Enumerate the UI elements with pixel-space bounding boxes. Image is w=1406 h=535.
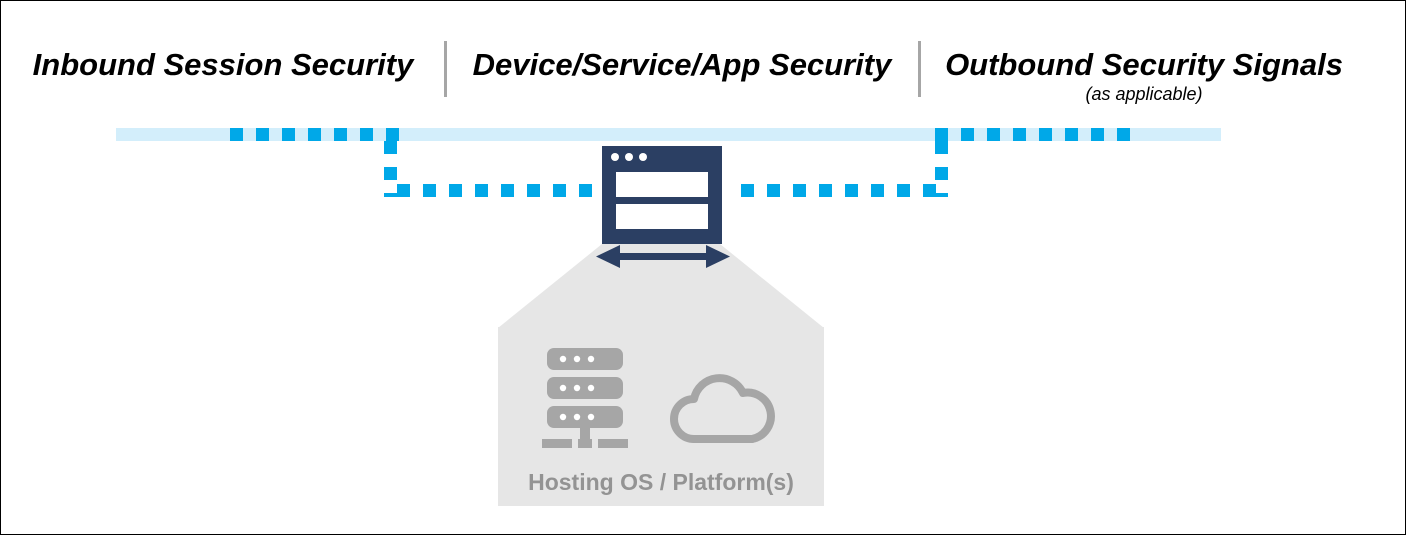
diagram-canvas: Inbound Session Security Device/Service/…: [0, 0, 1406, 535]
window-dot-1: [611, 153, 619, 161]
dashed-path-inbound-vertical: [384, 141, 397, 197]
dashed-path-outbound-vertical: [935, 141, 948, 197]
application-window-icon: [602, 146, 722, 244]
double-headed-arrow-icon: [596, 245, 730, 268]
window-dot-2: [625, 153, 633, 161]
window-panel-2: [616, 204, 708, 229]
heading-outbound-group: Outbound Security Signals (as applicable…: [919, 47, 1369, 105]
dashed-path-inbound-top: [230, 128, 399, 141]
server-icon: [542, 348, 628, 448]
cloud-icon: [670, 374, 775, 443]
heading-outbound-sublabel: (as applicable): [1085, 84, 1203, 105]
heading-outbound-security-signals: Outbound Security Signals: [945, 47, 1343, 82]
window-panel-1: [616, 172, 708, 197]
dashed-path-inbound-bottom: [397, 184, 605, 197]
heading-device-service-app-security: Device/Service/App Security: [472, 47, 892, 82]
hosting-platform-label: Hosting OS / Platform(s): [528, 469, 794, 495]
dashed-path-outbound-top: [935, 128, 1143, 141]
heading-inbound-session-security: Inbound Session Security: [32, 47, 414, 82]
window-dot-3: [639, 153, 647, 161]
dashed-path-outbound-bottom: [741, 184, 949, 197]
